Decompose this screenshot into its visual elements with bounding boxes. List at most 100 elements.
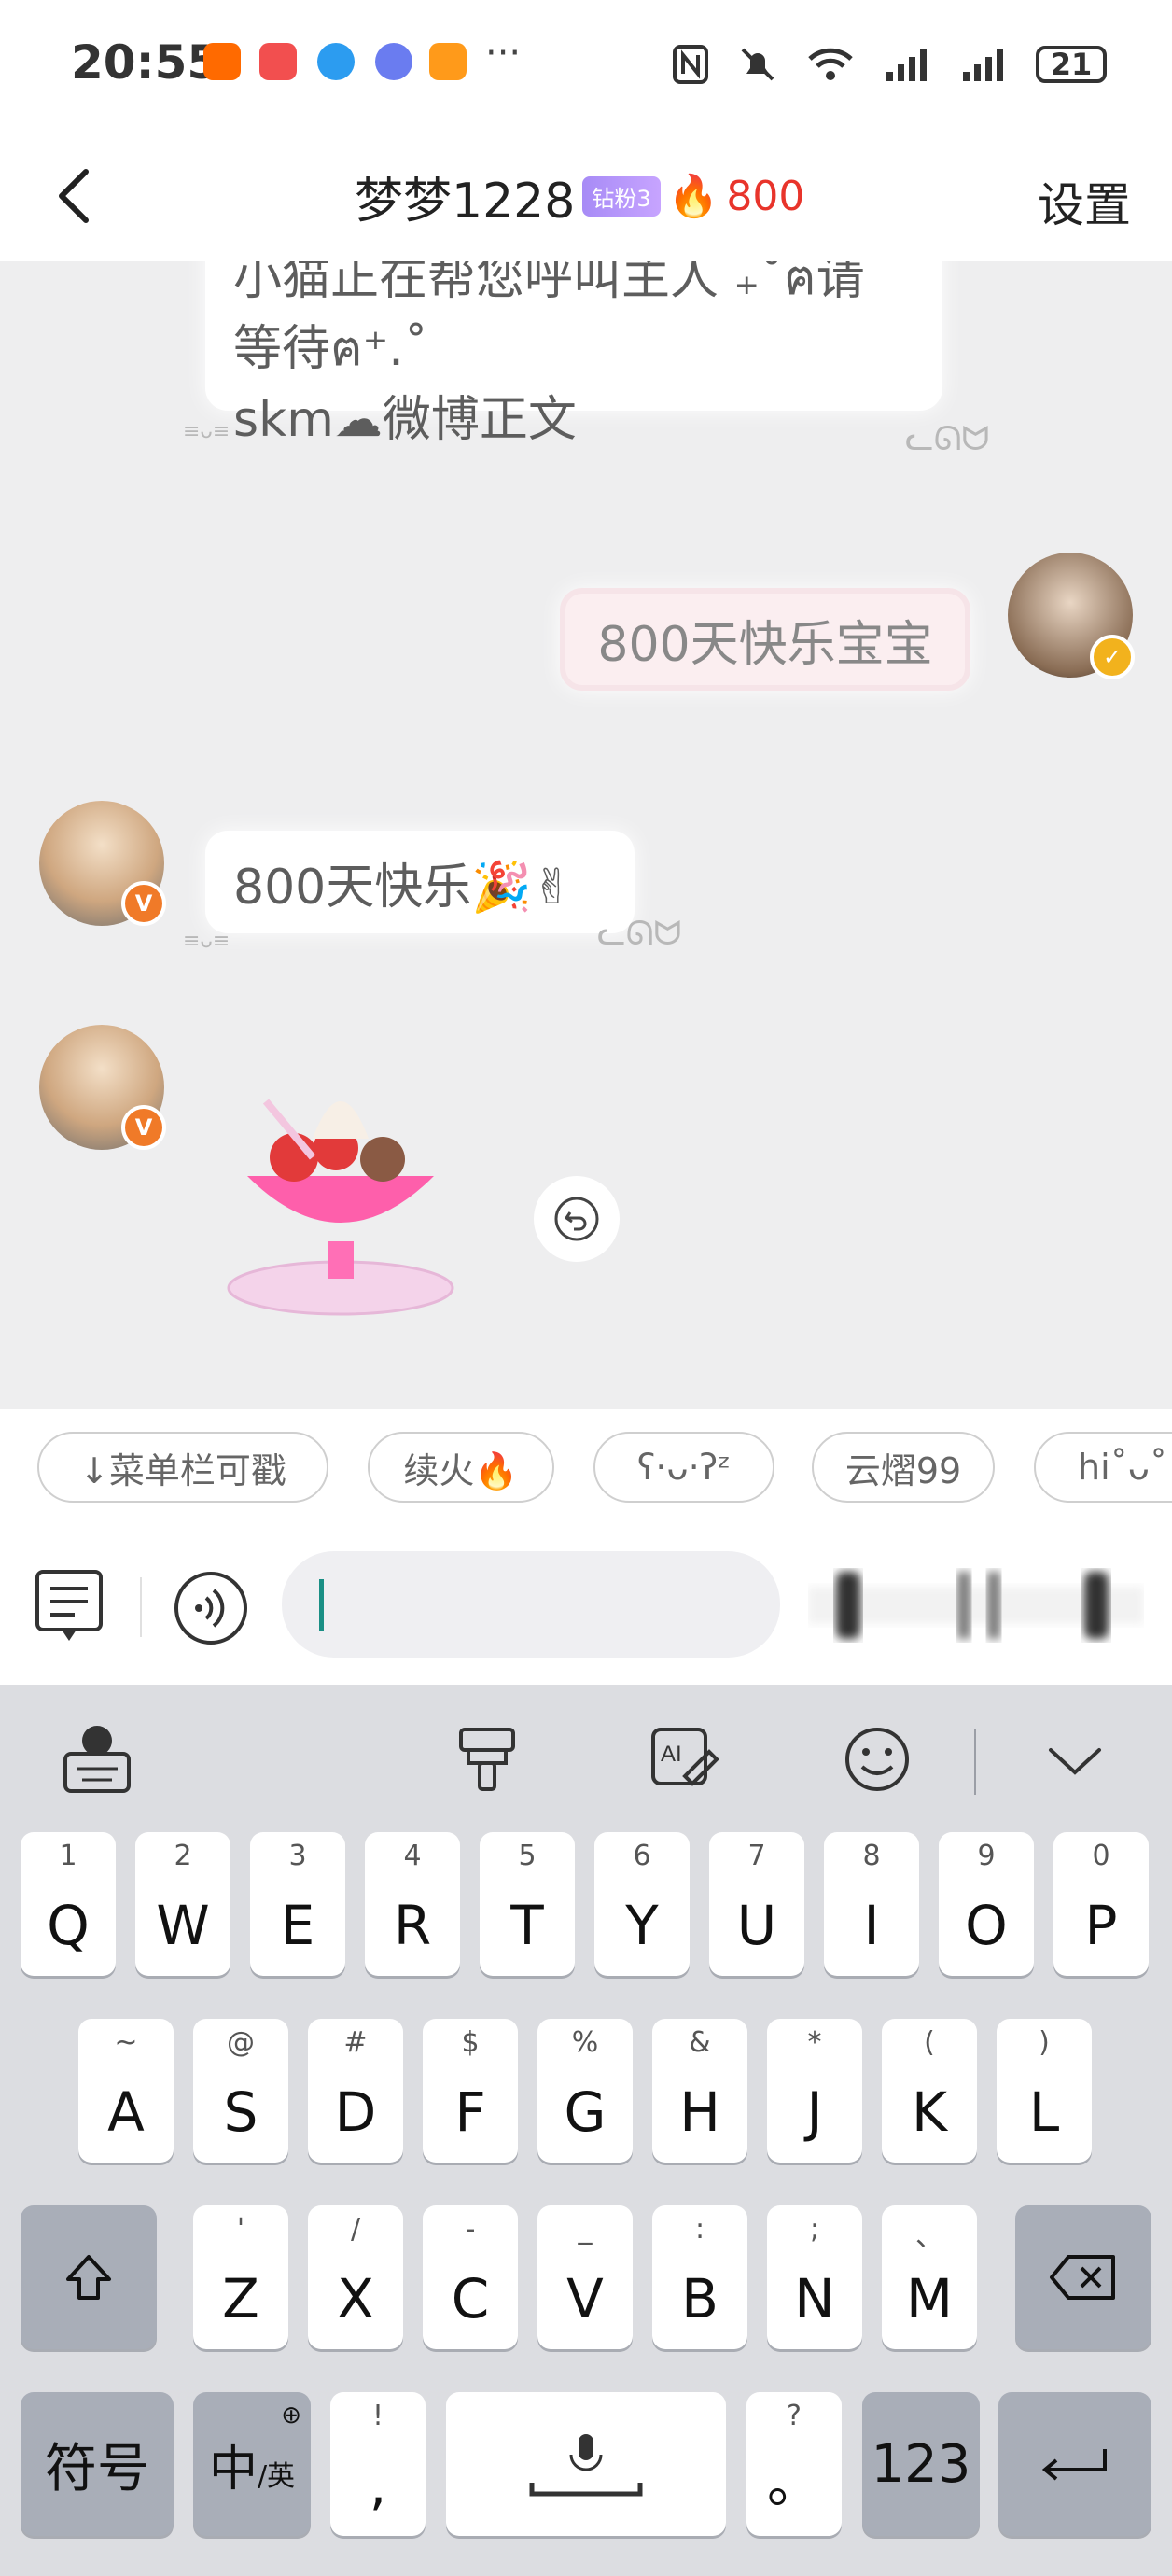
taobao-app-icon [203,43,241,80]
quick-reply-chips: ↓菜单栏可戳 续火🔥 ʕ·ᴗ·ʔᶻ 云熠99 hi˚ᴗ˚ [0,1409,1172,1531]
settings-button[interactable]: 设置 [1038,168,1131,235]
message-text: 800天快乐🎉✌ [233,859,573,916]
chip-emoticon[interactable]: ʕ·ᴗ·ʔᶻ [593,1432,774,1503]
key-a[interactable]: ~ A [78,2019,174,2163]
mute-bell-icon [741,48,774,81]
status-bar: 20:55 ··· 21 [0,0,1172,131]
key-w[interactable]: 2W [135,1832,230,1976]
key-o[interactable]: 9O [939,1832,1034,1976]
key-t[interactable]: 5T [480,1832,575,1976]
message-input-row [0,1531,1172,1685]
svg-text:AI: AI [661,1742,682,1767]
emoji-icon[interactable] [840,1722,914,1797]
key-f[interactable]: $ F [423,2019,518,2163]
chip-menu[interactable]: ↓菜单栏可戳 [37,1432,328,1503]
lang-main: 中 [208,2441,258,2498]
signal-icon-1 [886,49,927,81]
keyboard-toolbar: AI [0,1685,1172,1834]
menu-card-icon[interactable] [34,1568,105,1646]
verified-badge-icon: ✓ [1090,635,1135,679]
wifi-icon [808,48,853,80]
fire-streak-icon: 🔥 [667,173,719,220]
paint-brush-icon[interactable] [450,1722,524,1797]
key-n[interactable]: ; N [767,2205,862,2349]
backspace-key[interactable] [1015,2205,1151,2349]
message-text: 小猫正在帮您呼叫主人 ₊˚ฅ请 [233,261,865,306]
lang-sub: /英 [257,2460,296,2493]
battery-level: 21 [1036,46,1107,83]
cat-decoration-icon: ᓚᘏᗢ [905,420,990,458]
ai-writing-icon[interactable]: AI [648,1722,722,1797]
period-key[interactable]: ?。 [746,2392,842,2536]
message-bubble-incoming[interactable]: 小猫正在帮您呼叫主人 ₊˚ฅ请 等待ฅ⁺.˚ skm☁微博正文 [205,261,942,448]
key-s[interactable]: @ S [193,2019,288,2163]
message-text: 等待ฅ⁺.˚ [233,321,428,377]
hide-keyboard-icon[interactable] [1038,1722,1112,1797]
enter-arrow-icon [1041,2449,1107,2481]
verified-badge-icon: V [121,881,166,926]
language-switch-key[interactable]: 中/英 ⊕ [193,2392,311,2536]
key-k[interactable]: (K [882,2019,977,2163]
key-z[interactable]: ' Z [193,2205,288,2349]
key-u[interactable]: 7U [709,1832,804,1976]
key-y[interactable]: 6Y [594,1832,690,1976]
status-icons: 21 [672,41,1107,88]
key-m[interactable]: 、 M [882,2205,977,2349]
keyboard-language-icon[interactable] [60,1722,134,1797]
status-time: 20:55 [71,35,220,90]
divider [140,1577,142,1637]
fire-streak-count: 800 [726,172,805,220]
backspace-icon [1050,2255,1115,2300]
message-text: 800天快乐宝宝 [597,616,933,673]
chat-header: 梦梦1228 钻粉3 🔥 800 设置 [0,131,1172,262]
numbers-key[interactable]: 123 [862,2392,980,2536]
chip-hi[interactable]: hi˚ᴗ˚ [1034,1432,1172,1503]
chip-keep-streak[interactable]: 续火🔥 [368,1432,554,1503]
key-c[interactable]: -C [423,2205,518,2349]
bubble-decoration: ≡ᴗ≡ [183,420,230,443]
key-q[interactable]: 1Q [21,1832,116,1976]
key-g[interactable]: % G [537,2019,633,2163]
shift-key[interactable] [21,2205,157,2349]
revoke-button[interactable] [534,1176,620,1262]
chat-messages[interactable]: 小猫正在帮您呼叫主人 ₊˚ฅ请 等待ฅ⁺.˚ skm☁微博正文 ≡ᴗ≡ ᓚᘏᗢ … [0,261,1172,1409]
soft-keyboard: AI 1Q 2W 3E 4R 5T 6Y 7U 8I 9O 0P ~ A @ S #… [0,1685,1172,2576]
nfc-icon [673,45,708,84]
key-b[interactable]: :B [652,2205,747,2349]
chip-yunyi[interactable]: 云熠99 [812,1432,995,1503]
message-bubble-outgoing[interactable]: 800天快乐宝宝 [560,588,970,691]
music-app-icon [375,43,412,80]
microphone-icon [529,2434,643,2497]
key-r[interactable]: 4R [365,1832,460,1976]
key-l[interactable]: ) L [997,2019,1092,2163]
divider [974,1729,976,1795]
key-p[interactable]: 0P [1053,1832,1149,1976]
chat-title-group: 梦梦1228 钻粉3 🔥 800 [355,159,804,233]
key-v[interactable]: _ V [537,2205,633,2349]
symbols-key[interactable]: 符号 [21,2392,174,2536]
video-app-icon [429,43,467,80]
message-text: skm☁微博正文 [233,392,577,448]
key-i[interactable]: 8I [824,1832,919,1976]
globe-icon: ⊕ [281,2401,301,2429]
voice-input-icon[interactable] [173,1570,249,1646]
key-h[interactable]: & H [652,2019,747,2163]
message-bubble-incoming[interactable]: 800天快乐🎉✌ [205,831,635,933]
blurred-action-icons[interactable] [808,1568,1144,1643]
undo-icon [554,1197,599,1241]
enter-key[interactable] [998,2392,1151,2536]
key-j[interactable]: * J [767,2019,862,2163]
comma-key[interactable]: !, [330,2392,426,2536]
ice-cream-sticker[interactable] [210,1055,462,1325]
shift-arrow-icon [66,2255,111,2300]
key-x[interactable]: / X [308,2205,403,2349]
key-e[interactable]: 3E [250,1832,345,1976]
cat-decoration-icon: ᓚᘏᗢ [597,915,682,953]
key-d[interactable]: # D [308,2019,403,2163]
signal-icon-2 [963,49,1003,81]
back-icon[interactable] [41,159,116,233]
message-input[interactable] [282,1551,780,1658]
space-key[interactable] [446,2392,726,2536]
verified-badge-icon: V [121,1105,166,1150]
bubble-decoration: ≡ᴗ≡ [183,930,230,953]
